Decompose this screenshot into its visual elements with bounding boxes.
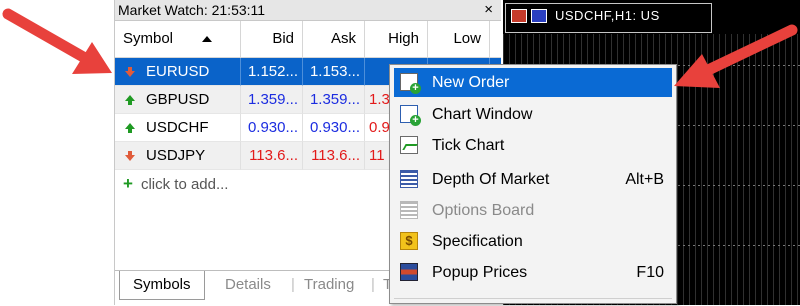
add-symbol-link[interactable]: + click to add... (123, 174, 228, 194)
column-header-low[interactable]: Low (428, 21, 490, 57)
right-annotation-arrow-icon (674, 24, 798, 88)
symbol-cell: EURUSD (146, 63, 210, 80)
specification-icon: $ (400, 232, 418, 250)
tick-chart-icon (400, 136, 418, 154)
chart-flag-icon (531, 9, 547, 23)
column-header-bid[interactable]: Bid (241, 21, 303, 57)
left-annotation-arrow-icon (2, 8, 112, 74)
popup-prices-icon (400, 263, 418, 281)
bid-cell: 1.359... (241, 86, 303, 114)
depth-of-market-icon (400, 170, 418, 188)
tab-divider: | (291, 276, 295, 293)
symbol-cell: USDJPY (146, 147, 206, 164)
close-icon[interactable]: × (484, 0, 493, 20)
symbol-cell: GBPUSD (146, 91, 210, 108)
price-down-icon (125, 151, 135, 161)
market-watch-titlebar: Market Watch: 21:53:11 × (115, 0, 501, 21)
chart-symbol-icon (511, 9, 527, 23)
price-up-icon (125, 123, 135, 133)
market-watch-title: Market Watch: 21:53:11 (118, 2, 266, 18)
menu-item-depth-of-market[interactable]: Depth Of Market Alt+B (394, 165, 672, 194)
chart-title: USDCHF,H1: US (555, 8, 660, 23)
ask-cell: 1.153... (303, 58, 365, 86)
symbol-cell: USDCHF (146, 119, 209, 136)
tab-symbols[interactable]: Symbols (119, 271, 205, 300)
menu-item-specification[interactable]: $ Specification (394, 227, 672, 256)
column-header-high[interactable]: High (365, 21, 428, 57)
price-up-icon (125, 95, 135, 105)
tab-trading[interactable]: Trading (304, 271, 354, 299)
chart-window-icon (400, 105, 421, 126)
ask-cell: 0.930... (303, 114, 365, 142)
ask-cell: 1.359... (303, 86, 365, 114)
bid-cell: 0.930... (241, 114, 303, 142)
tab-details[interactable]: Details (225, 271, 271, 299)
bid-cell: 1.152... (241, 58, 303, 86)
price-down-icon (125, 67, 135, 77)
tab-divider: | (371, 276, 375, 293)
sort-ascending-icon (202, 36, 212, 42)
menu-item-popup-prices[interactable]: Popup Prices F10 (394, 258, 672, 287)
menu-item-chart-window[interactable]: Chart Window (394, 100, 672, 129)
ask-cell: 113.6... (303, 142, 365, 170)
table-header: Symbol Bid Ask High Low (115, 21, 501, 58)
menu-item-new-order[interactable]: New Order (394, 68, 672, 97)
column-header-symbol[interactable]: Symbol (115, 21, 241, 57)
new-order-icon (400, 73, 421, 94)
column-header-ask[interactable]: Ask (303, 21, 365, 57)
menu-item-tick-chart[interactable]: Tick Chart (394, 131, 672, 160)
menu-separator (394, 298, 672, 299)
options-board-icon (400, 201, 418, 219)
menu-item-options-board: Options Board (394, 196, 672, 225)
plus-icon: + (123, 174, 133, 193)
bid-cell: 113.6... (241, 142, 303, 170)
context-menu: New Order Chart Window Tick Chart Depth … (389, 64, 677, 304)
